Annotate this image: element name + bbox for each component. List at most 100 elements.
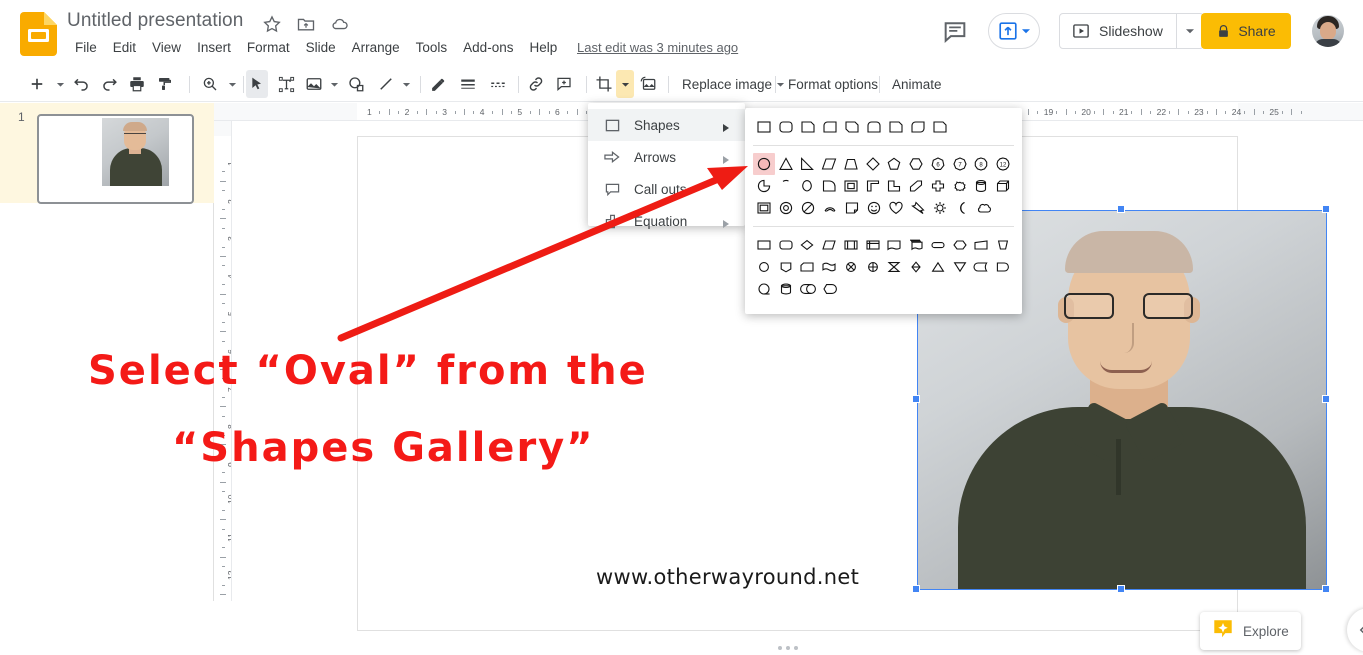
shape-option-right-triangle[interactable] [797, 153, 819, 175]
shape-option-heart[interactable] [885, 197, 907, 219]
shape-option-cube[interactable] [992, 175, 1014, 197]
crop-dropdown[interactable] [616, 70, 634, 98]
shape-option-diamond[interactable] [862, 153, 884, 175]
shape-option-triangle[interactable] [775, 153, 797, 175]
shape-option-round-same-side-corner-rectangle[interactable] [863, 116, 885, 138]
shape-option-flowchart-display[interactable] [819, 278, 841, 300]
comment-icon[interactable] [941, 18, 969, 46]
shape-option-flowchart-process[interactable] [753, 234, 775, 256]
share-button[interactable]: Share [1201, 13, 1291, 49]
shape-option-flowchart-extract[interactable] [927, 256, 949, 278]
shape-option-heptagon[interactable]: 6 [927, 153, 949, 175]
shape-option-snip-single-corner-rectangle[interactable] [797, 116, 819, 138]
shape-option-block-arc[interactable] [819, 197, 841, 219]
undo-button[interactable] [68, 70, 94, 98]
shape-option-arc[interactable] [775, 175, 797, 197]
shape-option-rounded-rectangle[interactable] [775, 116, 797, 138]
shape-option-pie[interactable] [753, 175, 775, 197]
shape-option-cylinder[interactable] [971, 175, 993, 197]
avatar[interactable] [1312, 15, 1344, 47]
shape-option-round-diagonal-corner-rectangle[interactable] [907, 116, 929, 138]
shape-option-flowchart-magnetic-disk[interactable] [775, 278, 797, 300]
resize-grip[interactable] [778, 646, 798, 650]
shape-option-flowchart-stored-data[interactable] [971, 256, 993, 278]
shape-option-no-symbol[interactable] [797, 197, 819, 219]
select-tool-button[interactable] [246, 70, 268, 98]
menu-tools[interactable]: Tools [408, 37, 456, 58]
shape-option-diagonal-stripe[interactable] [905, 175, 927, 197]
border-color-button[interactable] [426, 70, 450, 98]
border-dash-button[interactable] [486, 70, 510, 98]
menu-item-arrows[interactable]: Arrows [588, 141, 745, 173]
present-upload-button[interactable] [988, 13, 1040, 49]
shape-option-cross[interactable] [927, 175, 949, 197]
shape-option-flowchart-terminator[interactable] [927, 234, 949, 256]
shape-option-flowchart-collate[interactable] [884, 256, 906, 278]
shape-option-moon[interactable] [951, 197, 973, 219]
shape-option-flowchart-sort[interactable] [905, 256, 927, 278]
resize-handle[interactable] [1117, 205, 1125, 213]
shape-button[interactable] [344, 70, 368, 98]
slide-thumbnail-row[interactable]: 1 [0, 103, 214, 204]
shape-option-snip-diagonal-corner-rectangle[interactable] [841, 116, 863, 138]
shape-option-flowchart-connector[interactable] [753, 256, 775, 278]
crop-button[interactable] [592, 70, 616, 98]
shape-option-flowchart-decision[interactable] [797, 234, 819, 256]
slideshow-dropdown[interactable] [1177, 14, 1203, 48]
shape-option-smiley-face[interactable] [863, 197, 885, 219]
shape-option-sun[interactable] [929, 197, 951, 219]
shape-option-hexagon[interactable] [905, 153, 927, 175]
vertical-ruler[interactable]: 1234567891011121314 [214, 121, 232, 601]
resize-handle[interactable] [912, 395, 920, 403]
shape-option-frame[interactable] [840, 175, 862, 197]
border-weight-button[interactable] [456, 70, 480, 98]
shape-option-snip-same-side-corner-rectangle[interactable] [885, 116, 907, 138]
menu-file[interactable]: File [67, 37, 105, 58]
shape-option-half-frame[interactable] [818, 175, 840, 197]
shape-option-flowchart-punched-tape[interactable] [818, 256, 840, 278]
shape-option-teardrop[interactable] [797, 175, 819, 197]
redo-button[interactable] [96, 70, 122, 98]
resize-handle[interactable] [1322, 585, 1330, 593]
shape-option-flowchart-preparation[interactable] [949, 234, 971, 256]
resize-handle[interactable] [1322, 395, 1330, 403]
shape-option-bent-corner[interactable] [862, 175, 884, 197]
collapse-right-panel-button[interactable] [1347, 608, 1363, 652]
cloud-saved-icon[interactable] [330, 14, 350, 34]
shape-option-regular-pentagon-star[interactable] [949, 175, 971, 197]
shape-option-flowchart-summing-junction[interactable] [840, 256, 862, 278]
resize-handle[interactable] [912, 585, 920, 593]
shape-option-flowchart-direct-access-storage[interactable] [797, 278, 819, 300]
menu-item-shapes[interactable]: Shapes [588, 109, 745, 141]
line-button[interactable] [374, 70, 398, 98]
shape-option-flowchart-manual-operation[interactable] [992, 234, 1014, 256]
insert-link-button[interactable] [524, 70, 548, 98]
menu-item-equation[interactable]: Equation [588, 205, 745, 237]
shape-option-flowchart-document[interactable] [884, 234, 906, 256]
slide-thumbnail-1[interactable] [37, 114, 194, 204]
shape-option-donut[interactable] [775, 197, 797, 219]
shape-option-flowchart-data[interactable] [818, 234, 840, 256]
zoom-dropdown[interactable] [224, 70, 240, 98]
menu-slide[interactable]: Slide [298, 37, 344, 58]
menu-format[interactable]: Format [239, 37, 298, 58]
text-box-button[interactable] [274, 70, 298, 98]
shape-option-lightning-bolt[interactable] [907, 197, 929, 219]
print-button[interactable] [124, 70, 150, 98]
document-title[interactable]: Untitled presentation [67, 10, 243, 32]
shape-option-round-single-corner-rectangle[interactable] [819, 116, 841, 138]
explore-button[interactable]: Explore [1200, 612, 1301, 650]
shape-option-octagon[interactable]: 7 [949, 153, 971, 175]
shape-option-cloud[interactable] [973, 197, 995, 219]
paint-format-button[interactable] [152, 70, 178, 98]
shape-option-snip-and-round-single-corner-rectangle[interactable] [929, 116, 951, 138]
new-slide-dropdown[interactable] [52, 70, 68, 98]
shape-option-rectangle[interactable] [753, 116, 775, 138]
shape-option-flowchart-card[interactable] [797, 256, 819, 278]
menu-insert[interactable]: Insert [189, 37, 239, 58]
shape-option-oval[interactable] [753, 153, 775, 175]
shape-option-folded-corner[interactable] [841, 197, 863, 219]
menu-addons[interactable]: Add-ons [455, 37, 521, 58]
menu-edit[interactable]: Edit [105, 37, 144, 58]
menu-item-callouts[interactable]: Call outs [588, 173, 745, 205]
